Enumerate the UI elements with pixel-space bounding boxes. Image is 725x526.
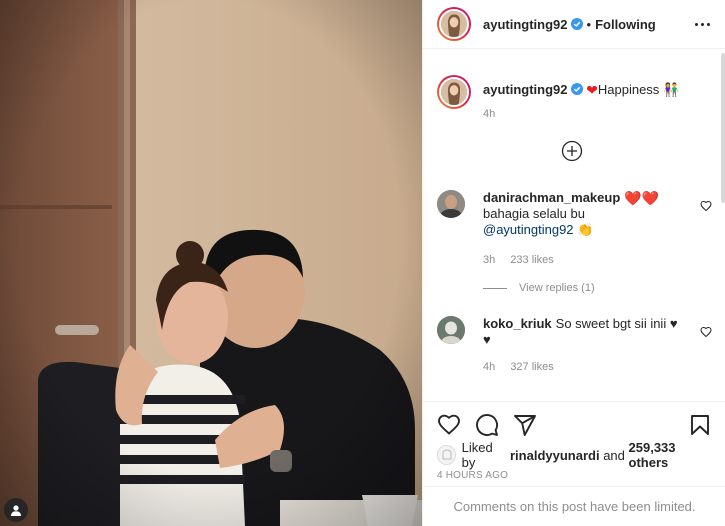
- comment-item: koko_kriuk So sweet bgt sii inii ♥ ♥ 4h 3…: [437, 316, 712, 375]
- verified-badge-icon: [570, 83, 583, 95]
- post-header: ayutingting92 • Following: [423, 0, 725, 49]
- post-side-panel: ayutingting92 • Following ayutingting92 …: [422, 0, 725, 526]
- post-photo[interactable]: [0, 0, 422, 526]
- load-more-comments-icon[interactable]: [561, 140, 583, 162]
- user-tag-icon: [11, 505, 21, 516]
- comment-username[interactable]: danirachman_makeup: [483, 190, 620, 205]
- comments-scrollbar[interactable]: [721, 53, 725, 203]
- comment-username[interactable]: koko_kriuk: [483, 316, 552, 331]
- caption-couple-emoji: 👫: [662, 82, 680, 97]
- comment-emoji: 👏: [577, 222, 594, 237]
- author-avatar-image: [441, 11, 467, 37]
- caption-author-avatar-image: [441, 79, 467, 105]
- view-replies-label: View replies (1): [519, 282, 595, 294]
- post-actions: Liked by rinaldyyunardi and 259,333 othe…: [423, 401, 725, 486]
- liked-by-avatar-image: [438, 446, 455, 464]
- post-caption: ayutingting92 ❤Happiness 👫 4h: [437, 75, 707, 123]
- comment-heart-emoji-2: ♥: [483, 332, 491, 347]
- caption-author-avatar[interactable]: [437, 75, 471, 109]
- caption-time: 4h: [483, 108, 496, 120]
- likes-count[interactable]: 259,333 others: [629, 440, 712, 470]
- view-replies-button[interactable]: View replies (1): [483, 282, 595, 294]
- commenter-avatar-image: [437, 190, 465, 218]
- comment-like-icon[interactable]: [700, 200, 712, 212]
- caption-text: Happiness: [597, 82, 660, 97]
- commenter-avatar[interactable]: [437, 316, 465, 344]
- post-image: [0, 0, 422, 526]
- comment-hearts: ❤️❤️: [624, 190, 660, 206]
- caption-heart-emoji: ❤: [586, 82, 598, 98]
- author-avatar[interactable]: [437, 7, 471, 41]
- following-button[interactable]: Following: [595, 17, 656, 32]
- comment-icon[interactable]: [475, 413, 499, 437]
- caption-username[interactable]: ayutingting92: [483, 82, 568, 97]
- comment-mention[interactable]: @ayutingting92: [483, 222, 574, 237]
- comment-time: 3h: [483, 254, 496, 266]
- comment-like-icon[interactable]: [700, 326, 712, 338]
- share-icon[interactable]: [513, 413, 537, 437]
- comment-heart-emoji: ♥: [669, 316, 678, 331]
- more-options-icon[interactable]: [692, 14, 712, 34]
- comment-likes[interactable]: 233 likes: [510, 254, 553, 266]
- verified-badge-icon: [570, 18, 583, 30]
- commenter-avatar-image: [437, 316, 465, 344]
- liked-by-avatar[interactable]: [437, 445, 456, 465]
- liked-by-prefix: Liked by: [461, 440, 493, 470]
- comments-limited-notice: Comments on this post have been limited.: [423, 486, 725, 526]
- like-icon[interactable]: [437, 413, 461, 437]
- comment-time: 4h: [483, 361, 496, 373]
- header-separator: •: [586, 16, 592, 32]
- comments-fade: [423, 384, 725, 401]
- save-icon[interactable]: [688, 413, 712, 437]
- author-username[interactable]: ayutingting92: [483, 17, 568, 32]
- comment-text: So sweet bgt sii inii: [555, 316, 667, 331]
- liked-by-joiner: and: [603, 447, 625, 463]
- comment-text: bahagia selalu bu: [483, 206, 585, 221]
- comments-area[interactable]: ayutingting92 ❤Happiness 👫 4h danirachma…: [423, 49, 725, 401]
- user-tag-button[interactable]: [4, 498, 28, 522]
- comment-item: danirachman_makeup ❤️❤️ bahagia selalu bu…: [437, 190, 712, 268]
- liked-by-row: Liked by rinaldyyunardi and 259,333 othe…: [437, 440, 712, 470]
- liked-by-user[interactable]: rinaldyyunardi: [510, 448, 600, 463]
- post-timestamp[interactable]: 4 HOURS AGO: [437, 470, 712, 481]
- view-replies-line: [483, 287, 507, 289]
- commenter-avatar[interactable]: [437, 190, 465, 218]
- comment-likes[interactable]: 327 likes: [510, 361, 553, 373]
